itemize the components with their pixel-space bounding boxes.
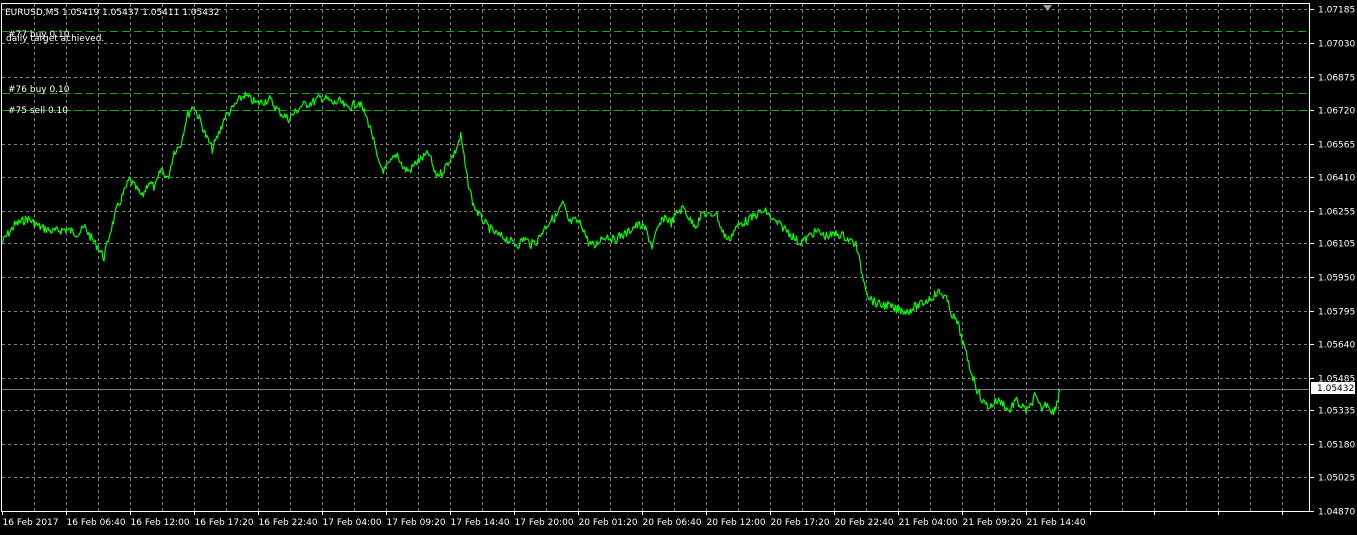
current-price-label: 1.05432 <box>1317 384 1354 394</box>
time-tick-label: 17 Feb 20:00 <box>515 518 574 528</box>
price-tick-label: 1.06720 <box>1318 107 1355 117</box>
price-tick-label: 1.05025 <box>1318 474 1355 484</box>
current-price-box: 1.05432 <box>1311 382 1355 394</box>
price-tick-label: 1.07185 <box>1318 6 1355 16</box>
price-tick-label: 1.06410 <box>1318 174 1355 184</box>
plot-frame <box>1 3 1310 512</box>
time-tick-label: 21 Feb 09:20 <box>963 518 1022 528</box>
time-tick-label: 20 Feb 17:20 <box>771 518 830 528</box>
time-tick-label: 17 Feb 09:20 <box>387 518 446 528</box>
price-tick-label: 1.06255 <box>1318 208 1355 218</box>
chart-grid <box>2 4 1310 511</box>
price-tick-label: 1.06875 <box>1318 74 1355 84</box>
time-tick-label: 17 Feb 14:40 <box>451 518 510 528</box>
price-chart[interactable]: #77 buy 0.10daily target achieved.#76 bu… <box>0 0 1357 535</box>
chart-shift-marker-icon[interactable] <box>1043 5 1052 11</box>
price-tick-label: 1.05640 <box>1318 341 1355 351</box>
order-label: daily target achieved. <box>6 34 104 44</box>
time-tick-label: 16 Feb 2017 <box>3 518 59 528</box>
time-tick-label: 20 Feb 22:40 <box>835 518 894 528</box>
price-axis: 1.07185 1.07030 1.06875 1.06720 1.06565 1.064… <box>1310 6 1355 518</box>
time-tick-label: 20 Feb 01:20 <box>579 518 638 528</box>
price-tick-label: 1.06565 <box>1318 141 1355 151</box>
time-tick-label: 21 Feb 04:00 <box>899 518 958 528</box>
time-tick-label: 20 Feb 06:40 <box>643 518 702 528</box>
chart-axes <box>1 3 1310 512</box>
time-tick-label: 20 Feb 12:00 <box>707 518 766 528</box>
price-line <box>1 91 1061 416</box>
symbol-info: EURUSD,M5 1.05419 1.05437 1.05411 1.0543… <box>5 8 219 18</box>
price-tick-label: 1.06105 <box>1318 240 1355 250</box>
time-tick-label: 16 Feb 12:00 <box>131 518 190 528</box>
price-tick-label: 1.07030 <box>1318 40 1355 50</box>
time-tick-label: 16 Feb 06:40 <box>67 518 126 528</box>
time-tick-label: 16 Feb 17:20 <box>195 518 254 528</box>
time-tick-label: 17 Feb 04:00 <box>323 518 382 528</box>
price-tick-label: 1.05180 <box>1318 441 1355 451</box>
price-tick-label: 1.04870 <box>1318 508 1355 518</box>
order-lines: #77 buy 0.10daily target achieved.#76 bu… <box>2 30 1310 390</box>
price-tick-label: 1.05795 <box>1318 308 1355 318</box>
price-tick-label: 1.05335 <box>1318 407 1355 417</box>
price-tick-label: 1.05950 <box>1318 274 1355 284</box>
time-tick-label: 21 Feb 14:40 <box>1027 518 1086 528</box>
chart-window[interactable]: #77 buy 0.10 daily target achieved. #76 bu… <box>0 0 1357 535</box>
order-label: #76 buy 0.10 <box>8 85 70 95</box>
time-tick-label: 16 Feb 22:40 <box>259 518 318 528</box>
price-series <box>1 91 1061 416</box>
time-axis: 16 Feb 2017 16 Feb 06:40 16 Feb 12:00 16 Fe… <box>2 511 1283 528</box>
order-label: #75 sell 0.10 <box>8 106 68 116</box>
